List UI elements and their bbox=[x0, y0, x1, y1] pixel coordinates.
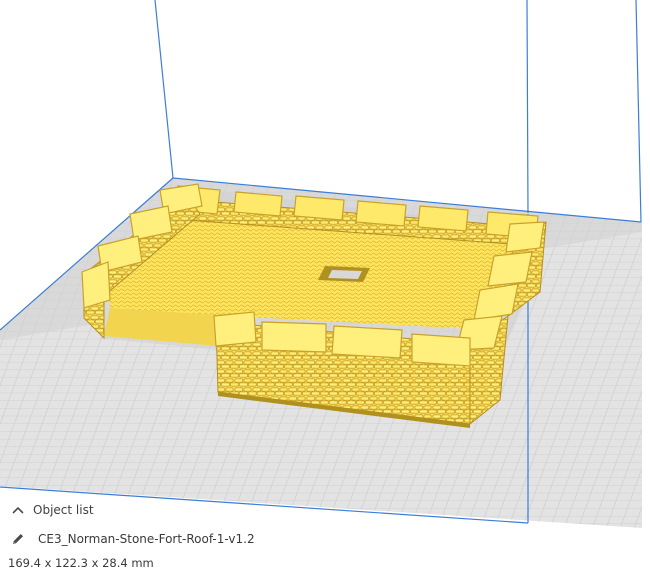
pencil-icon[interactable] bbox=[10, 531, 26, 547]
object-name[interactable]: CE3_Norman-Stone-Fort-Roof-1-v1.2 bbox=[38, 532, 255, 546]
object-list-toggle[interactable]: Object list bbox=[10, 500, 94, 520]
object-list-label[interactable]: Object list bbox=[33, 503, 94, 517]
object-dimensions-row: 169.4 x 122.3 x 28.4 mm bbox=[8, 553, 154, 573]
object-name-row: CE3_Norman-Stone-Fort-Roof-1-v1.2 bbox=[10, 529, 255, 549]
object-panel: Object list CE3_Norman-Stone-Fort-Roof-1… bbox=[0, 496, 320, 578]
object-dimensions: 169.4 x 122.3 x 28.4 mm bbox=[8, 556, 154, 570]
chevron-up-icon[interactable] bbox=[10, 502, 26, 518]
viewport-scene[interactable] bbox=[0, 0, 650, 578]
3d-viewport[interactable] bbox=[0, 0, 650, 578]
